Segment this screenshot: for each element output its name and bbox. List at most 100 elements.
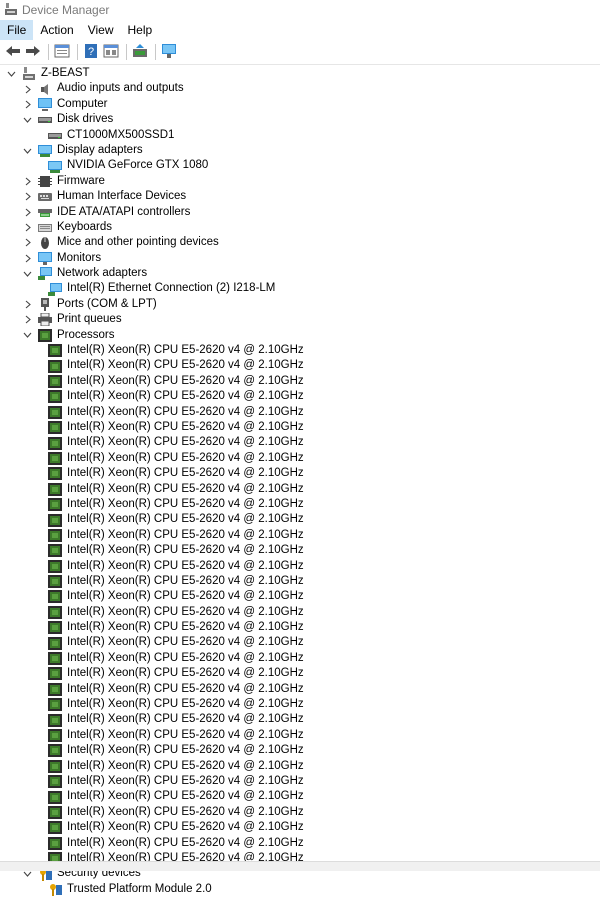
tree-device[interactable]: Intel(R) Xeon(R) CPU E5-2620 v4 @ 2.10GH… <box>0 405 600 420</box>
tree-device[interactable]: Intel(R) Xeon(R) CPU E5-2620 v4 @ 2.10GH… <box>0 559 600 574</box>
monitor-scan-button[interactable] <box>160 43 178 61</box>
tree-item-label: Intel(R) Xeon(R) CPU E5-2620 v4 @ 2.10GH… <box>67 497 304 510</box>
tree-category[interactable]: Print queues <box>0 312 600 327</box>
tree-device[interactable]: Intel(R) Xeon(R) CPU E5-2620 v4 @ 2.10GH… <box>0 620 600 635</box>
tree-device[interactable]: Intel(R) Xeon(R) CPU E5-2620 v4 @ 2.10GH… <box>0 651 600 666</box>
tree-device[interactable]: Intel(R) Xeon(R) CPU E5-2620 v4 @ 2.10GH… <box>0 728 600 743</box>
tree-device[interactable]: Intel(R) Xeon(R) CPU E5-2620 v4 @ 2.10GH… <box>0 759 600 774</box>
tree-device[interactable]: Intel(R) Xeon(R) CPU E5-2620 v4 @ 2.10GH… <box>0 836 600 851</box>
tree-device[interactable]: Intel(R) Xeon(R) CPU E5-2620 v4 @ 2.10GH… <box>0 435 600 450</box>
update-driver-button[interactable] <box>131 43 149 61</box>
chevron-right-icon[interactable] <box>22 99 33 110</box>
toolbar: ? <box>0 40 600 65</box>
tree-device[interactable]: Intel(R) Xeon(R) CPU E5-2620 v4 @ 2.10GH… <box>0 574 600 589</box>
processor-icon <box>48 498 62 512</box>
chevron-down-icon[interactable] <box>6 68 17 79</box>
chevron-down-icon[interactable] <box>22 330 33 341</box>
tree-device[interactable]: CT1000MX500SSD1 <box>0 128 600 143</box>
tree-device[interactable]: Trusted Platform Module 2.0 <box>0 882 600 897</box>
tree-device[interactable]: Intel(R) Xeon(R) CPU E5-2620 v4 @ 2.10GH… <box>0 451 600 466</box>
tree-device[interactable]: Intel(R) Xeon(R) CPU E5-2620 v4 @ 2.10GH… <box>0 805 600 820</box>
tree-device[interactable]: Intel(R) Xeon(R) CPU E5-2620 v4 @ 2.10GH… <box>0 682 600 697</box>
tree-item-label: Audio inputs and outputs <box>57 82 184 95</box>
tree-device[interactable]: Intel(R) Xeon(R) CPU E5-2620 v4 @ 2.10GH… <box>0 374 600 389</box>
tree-category[interactable]: Mice and other pointing devices <box>0 235 600 250</box>
processor-icon <box>48 821 62 835</box>
network-adapter-icon <box>38 267 52 281</box>
tree-category[interactable]: Keyboards <box>0 220 600 235</box>
processor-icon <box>48 575 62 589</box>
tree-category[interactable]: Display adapters <box>0 143 600 158</box>
help-button[interactable]: ? <box>82 43 100 61</box>
chevron-right-icon[interactable] <box>22 176 33 187</box>
tree-category[interactable]: Computer <box>0 97 600 112</box>
tree-device[interactable]: Intel(R) Xeon(R) CPU E5-2620 v4 @ 2.10GH… <box>0 343 600 358</box>
tree-item-label: Intel(R) Xeon(R) CPU E5-2620 v4 @ 2.10GH… <box>67 713 304 726</box>
tree-device[interactable]: Intel(R) Xeon(R) CPU E5-2620 v4 @ 2.10GH… <box>0 389 600 404</box>
tree-device[interactable]: Intel(R) Xeon(R) CPU E5-2620 v4 @ 2.10GH… <box>0 666 600 681</box>
tree-device[interactable]: Intel(R) Xeon(R) CPU E5-2620 v4 @ 2.10GH… <box>0 482 600 497</box>
tree-item-label: IDE ATA/ATAPI controllers <box>57 205 191 218</box>
tree-item-label: Display adapters <box>57 143 143 156</box>
tree-device[interactable]: Intel(R) Xeon(R) CPU E5-2620 v4 @ 2.10GH… <box>0 420 600 435</box>
tree-category[interactable]: Network adapters <box>0 266 600 281</box>
tree-category[interactable]: Processors <box>0 328 600 343</box>
tree-item-label: Intel(R) Xeon(R) CPU E5-2620 v4 @ 2.10GH… <box>67 636 304 649</box>
processor-icon <box>48 559 62 573</box>
printer-icon <box>38 313 52 327</box>
tree-category[interactable]: IDE ATA/ATAPI controllers <box>0 205 600 220</box>
menu-help[interactable]: Help <box>121 20 160 40</box>
chevron-right-icon[interactable] <box>22 84 33 95</box>
tree-device[interactable]: Intel(R) Xeon(R) CPU E5-2620 v4 @ 2.10GH… <box>0 466 600 481</box>
tree-device[interactable]: Intel(R) Xeon(R) CPU E5-2620 v4 @ 2.10GH… <box>0 589 600 604</box>
tree-device[interactable]: Intel(R) Xeon(R) CPU E5-2620 v4 @ 2.10GH… <box>0 697 600 712</box>
menu-file[interactable]: File <box>0 20 34 40</box>
back-arrow-button[interactable] <box>4 43 22 61</box>
help-icon: ? <box>83 43 99 61</box>
tree-category[interactable]: Ports (COM & LPT) <box>0 297 600 312</box>
tree-device[interactable]: Intel(R) Ethernet Connection (2) I218-LM <box>0 281 600 296</box>
tree-device[interactable]: Intel(R) Xeon(R) CPU E5-2620 v4 @ 2.10GH… <box>0 774 600 789</box>
svg-text:?: ? <box>88 46 94 58</box>
tree-category[interactable]: Audio inputs and outputs <box>0 81 600 96</box>
view-list-button[interactable] <box>102 43 120 61</box>
chevron-right-icon[interactable] <box>22 191 33 202</box>
tree-device[interactable]: Intel(R) Xeon(R) CPU E5-2620 v4 @ 2.10GH… <box>0 605 600 620</box>
processor-icon <box>48 359 62 373</box>
processor-icon <box>48 467 62 481</box>
chevron-right-icon[interactable] <box>22 222 33 233</box>
tree-root[interactable]: Z-BEAST <box>0 66 600 81</box>
window-title: Device Manager <box>22 3 110 17</box>
tree-category[interactable]: Monitors <box>0 251 600 266</box>
processor-icon <box>48 605 62 619</box>
menu-action[interactable]: Action <box>33 20 80 40</box>
chevron-right-icon[interactable] <box>22 237 33 248</box>
tree-device[interactable]: NVIDIA GeForce GTX 1080 <box>0 158 600 173</box>
properties-button[interactable] <box>53 43 71 61</box>
tree-category[interactable]: Human Interface Devices <box>0 189 600 204</box>
tree-category[interactable]: Disk drives <box>0 112 600 127</box>
chevron-right-icon[interactable] <box>22 299 33 310</box>
chevron-down-icon[interactable] <box>22 268 33 279</box>
tree-device[interactable]: Intel(R) Xeon(R) CPU E5-2620 v4 @ 2.10GH… <box>0 358 600 373</box>
tree-device[interactable]: Intel(R) Xeon(R) CPU E5-2620 v4 @ 2.10GH… <box>0 528 600 543</box>
tree-device[interactable]: Intel(R) Xeon(R) CPU E5-2620 v4 @ 2.10GH… <box>0 743 600 758</box>
chevron-down-icon[interactable] <box>22 145 33 156</box>
chevron-right-icon[interactable] <box>22 314 33 325</box>
tree-item-label: Intel(R) Xeon(R) CPU E5-2620 v4 @ 2.10GH… <box>67 590 304 603</box>
tree-device[interactable]: Intel(R) Xeon(R) CPU E5-2620 v4 @ 2.10GH… <box>0 635 600 650</box>
chevron-down-icon[interactable] <box>22 114 33 125</box>
device-tree[interactable]: Z-BEAST Audio inputs and outputs Computer D… <box>0 66 600 897</box>
tree-device[interactable]: Intel(R) Xeon(R) CPU E5-2620 v4 @ 2.10GH… <box>0 712 600 727</box>
tree-item-label: Intel(R) Xeon(R) CPU E5-2620 v4 @ 2.10GH… <box>67 667 304 680</box>
tree-category[interactable]: Firmware <box>0 174 600 189</box>
chevron-right-icon[interactable] <box>22 207 33 218</box>
tree-device[interactable]: Intel(R) Xeon(R) CPU E5-2620 v4 @ 2.10GH… <box>0 543 600 558</box>
chevron-right-icon[interactable] <box>22 253 33 264</box>
tree-device[interactable]: Intel(R) Xeon(R) CPU E5-2620 v4 @ 2.10GH… <box>0 789 600 804</box>
forward-arrow-button[interactable] <box>24 43 42 61</box>
tree-device[interactable]: Intel(R) Xeon(R) CPU E5-2620 v4 @ 2.10GH… <box>0 512 600 527</box>
menu-view[interactable]: View <box>81 20 121 40</box>
tree-device[interactable]: Intel(R) Xeon(R) CPU E5-2620 v4 @ 2.10GH… <box>0 497 600 512</box>
tree-device[interactable]: Intel(R) Xeon(R) CPU E5-2620 v4 @ 2.10GH… <box>0 820 600 835</box>
